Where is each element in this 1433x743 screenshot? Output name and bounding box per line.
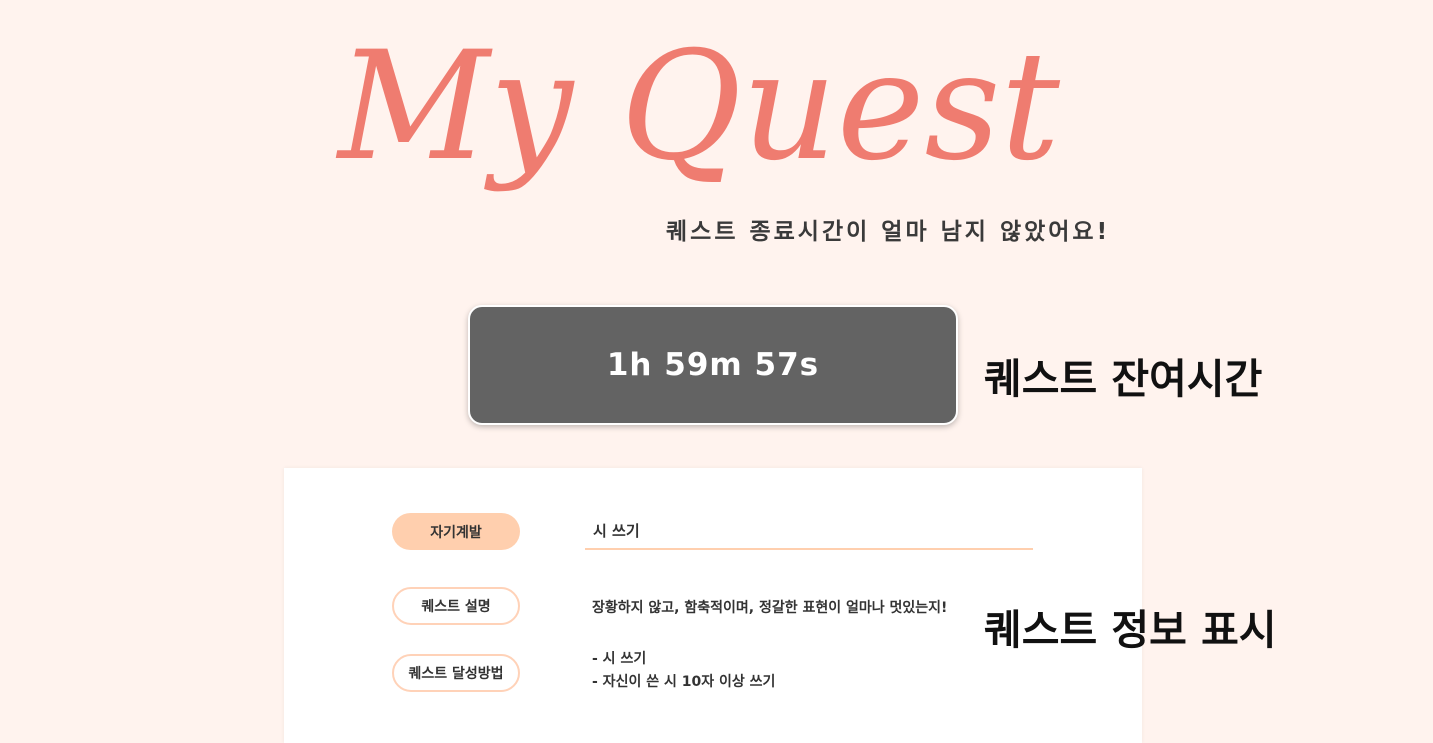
method-list: - 시 쓰기 - 자신이 쓴 시 10자 이상 쓰기 [592,648,775,694]
quest-info-annotation: 퀘스트 정보 표시 [984,606,1277,654]
deadline-warning-text: 퀘스트 종료시간이 얼마 남지 않았어요! [666,219,1111,245]
timer-annotation: 퀘스트 잔여시간 [984,355,1263,403]
category-badge: 자기계발 [392,513,520,550]
quest-title: 시 쓰기 [585,512,1033,550]
description-label-badge: 퀘스트 설명 [392,587,520,625]
quest-description: 장황하지 않고, 함축적이며, 정갈한 표현이 얼마나 멋있는지! [592,600,948,616]
method-label-badge: 퀘스트 달성방법 [392,654,520,692]
method-item: - 자신이 쓴 시 10자 이상 쓰기 [592,674,776,690]
my-quest-logo: My Quest [330,18,1070,208]
logo-text: My Quest [335,20,1061,194]
quest-timer: 1h 59m 57s [468,305,958,425]
method-item: - 시 쓰기 [592,651,647,667]
timer-remaining: 1h 59m 57s [606,347,820,383]
